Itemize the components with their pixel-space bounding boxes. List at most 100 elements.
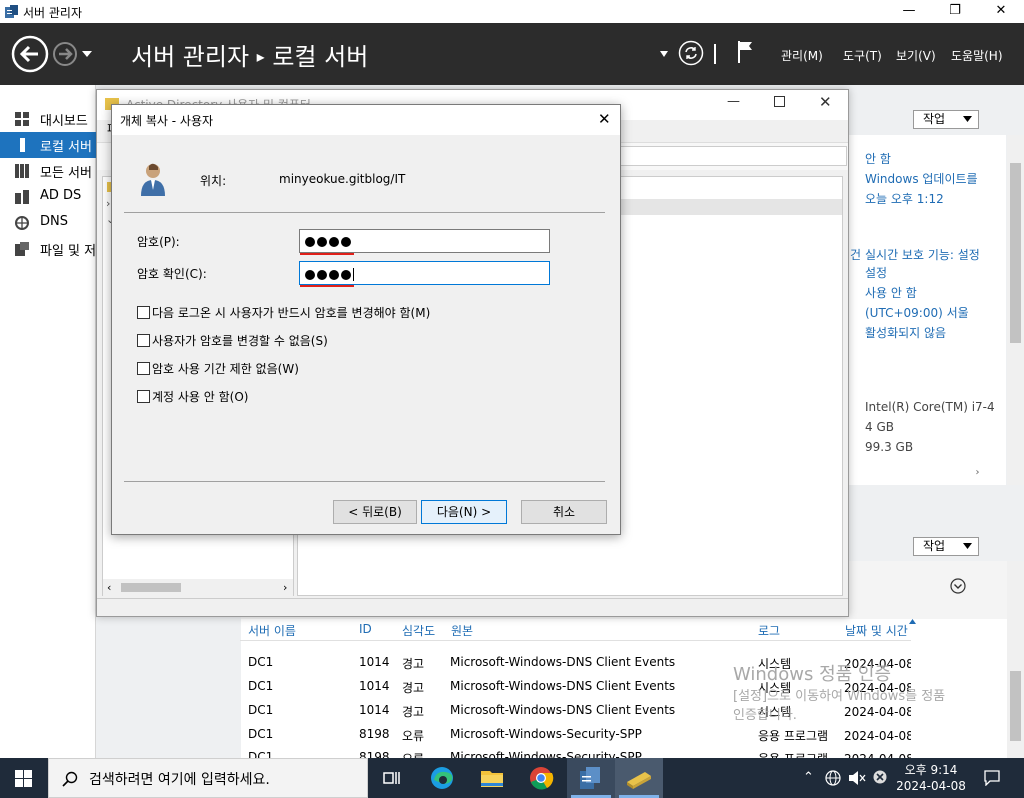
table-cell-id: 1014 — [359, 679, 390, 693]
property-value[interactable]: Windows 업데이트를 — [865, 170, 978, 187]
tray-overflow-chevron-icon[interactable]: ⌃ — [803, 770, 814, 785]
tree-collapse-icon[interactable]: › — [106, 197, 110, 210]
password-label: 암호(P): — [137, 235, 180, 249]
sidebar-item-label: DNS — [40, 214, 68, 229]
scroll-left-icon[interactable]: ‹ — [107, 581, 111, 594]
forward-arrow-icon[interactable] — [52, 41, 78, 67]
password-mask-dot — [305, 237, 315, 247]
checkbox-label[interactable]: 암호 사용 기간 제한 없음(W) — [152, 360, 299, 377]
minimize-button[interactable]: — — [886, 0, 932, 23]
breadcrumb-dropdown-icon[interactable] — [660, 51, 668, 57]
scroll-right-icon[interactable]: › — [970, 467, 985, 482]
dialog-titlebar: 개체 복사 - 사용자 ✕ — [112, 105, 620, 135]
column-header-source[interactable]: 원본 — [451, 622, 473, 639]
scroll-right-icon[interactable]: › — [283, 581, 287, 594]
checkbox-cannot-change-password[interactable] — [137, 334, 150, 347]
menu-manage[interactable]: 관리(M) — [781, 47, 823, 64]
taskbar-ad-users-active[interactable] — [615, 758, 663, 798]
action-center-icon[interactable] — [984, 770, 1000, 786]
window-titlebar: 서버 관리자 — ❐ ✕ — [0, 0, 1024, 23]
ad-address-field[interactable] — [620, 146, 847, 166]
column-header-severity[interactable]: 심각도 — [402, 622, 435, 639]
sidebar-item-local-server[interactable]: 로컬 서버 — [0, 132, 96, 158]
properties-scrollbar[interactable] — [1007, 135, 1024, 485]
table-cell-source: Microsoft-Windows-DNS Client Events — [450, 679, 676, 693]
column-header-server-name[interactable]: 서버 이름 — [248, 622, 296, 639]
ad-tree-hscrollbar[interactable]: ‹ › — [103, 579, 293, 596]
sidebar-item-ad-ds[interactable]: AD DS — [0, 184, 96, 210]
refresh-icon[interactable] — [678, 40, 704, 66]
property-value[interactable]: 사용 안 함 — [865, 284, 917, 301]
sidebar-item-all-servers[interactable]: 모든 서버 — [0, 158, 96, 184]
dialog-close-icon[interactable]: ✕ — [598, 110, 611, 128]
history-dropdown-icon[interactable] — [82, 50, 92, 58]
tasks-label: 작업 — [923, 539, 946, 553]
checkbox-label[interactable]: 다음 로그온 시 사용자가 반드시 암호를 변경해야 함(M) — [152, 304, 430, 321]
confirm-password-field[interactable] — [299, 261, 550, 285]
sidebar-item-dashboard[interactable]: 대시보드 — [0, 106, 96, 132]
table-cell-id: 1014 — [359, 655, 390, 669]
expand-circle-icon[interactable] — [950, 578, 966, 594]
checkbox-label[interactable]: 계정 사용 안 함(O) — [152, 388, 249, 405]
menu-help[interactable]: 도움말(H) — [951, 47, 1003, 64]
column-header-datetime[interactable]: 날짜 및 시간 — [845, 622, 908, 639]
sidebar-item-file-storage[interactable]: 파일 및 저장소 서비스 — [0, 236, 96, 262]
taskbar-search-box[interactable]: 검색하려면 여기에 입력하세요. — [48, 758, 368, 798]
volume-muted-icon[interactable] — [848, 770, 866, 786]
breadcrumb-root[interactable]: 서버 관리자 — [131, 43, 249, 71]
checkbox-label[interactable]: 사용자가 암호를 변경할 수 없음(S) — [152, 332, 328, 349]
confirm-password-dots — [305, 268, 354, 281]
chrome-browser-icon[interactable] — [527, 764, 555, 792]
checkbox-password-never-expires[interactable] — [137, 362, 150, 375]
property-value: 99.3 GB — [865, 440, 914, 454]
property-value: Intel(R) Core(TM) i7-4 — [865, 400, 995, 414]
column-header-id[interactable]: ID — [359, 622, 372, 636]
window-title: 서버 관리자 — [23, 6, 83, 20]
left-navigation: 대시보드 로컬 서버 모든 서버 AD DS DNS 파일 및 저장소 서비스 — [0, 85, 96, 758]
property-value[interactable]: 활성화되지 않음 — [865, 324, 946, 341]
property-value[interactable]: 설정 — [865, 264, 887, 281]
tasks-dropdown-properties[interactable]: 작업 — [913, 110, 979, 129]
notifications-flag-icon[interactable] — [737, 40, 755, 64]
taskbar-date[interactable]: 2024-04-08 — [896, 779, 966, 793]
dns-icon — [15, 216, 30, 230]
file-explorer-icon[interactable] — [478, 764, 506, 792]
property-value[interactable]: 오늘 오후 1:12 — [865, 190, 944, 207]
events-scrollbar[interactable] — [1007, 561, 1024, 758]
maximize-button[interactable]: ❐ — [932, 0, 978, 23]
taskbar-server-manager-active[interactable] — [567, 758, 615, 798]
task-view-icon[interactable] — [378, 764, 406, 792]
menu-view[interactable]: 보기(V) — [896, 47, 936, 64]
ad-minimize-button[interactable]: — — [727, 94, 740, 109]
sidebar-item-dns[interactable]: DNS — [0, 210, 96, 236]
edge-browser-icon[interactable] — [428, 764, 456, 792]
ad-close-button[interactable]: ✕ — [819, 93, 832, 111]
checkbox-must-change-password[interactable] — [137, 306, 150, 319]
menu-tools[interactable]: 도구(T) — [843, 47, 882, 64]
checkbox-account-disabled[interactable] — [137, 390, 150, 403]
table-cell-severity: 오류 — [402, 750, 424, 758]
tasks-dropdown-events[interactable]: 작업 — [913, 537, 979, 556]
cancel-button[interactable]: 취소 — [521, 500, 607, 524]
sort-arrow-icon — [909, 619, 916, 624]
taskbar-time[interactable]: 오후 9:14 — [903, 761, 959, 778]
property-value[interactable]: 안 함 — [865, 150, 891, 167]
ad-maximize-button[interactable] — [774, 96, 785, 107]
all-servers-icon — [15, 164, 30, 178]
scrollbar-thumb[interactable] — [1010, 163, 1021, 343]
property-value[interactable]: 실시간 보호 기능: 설정 — [865, 246, 980, 263]
property-value[interactable]: (UTC+09:00) 서울 — [865, 304, 969, 321]
error-notification-icon[interactable] — [873, 770, 887, 784]
sidebar-item-label: 파일 및 저장소 서비스 — [40, 244, 96, 259]
next-button[interactable]: 다음(N) > — [421, 500, 507, 524]
network-globe-icon[interactable] — [825, 770, 841, 786]
close-window-button[interactable]: ✕ — [978, 0, 1024, 23]
column-header-log[interactable]: 로그 — [758, 622, 780, 639]
back-button[interactable]: < 뒤로(B) — [333, 500, 417, 524]
scrollbar-thumb[interactable] — [1010, 671, 1021, 741]
password-field[interactable] — [299, 229, 550, 253]
list-row-selected[interactable] — [620, 199, 842, 215]
scrollbar-thumb[interactable] — [121, 583, 181, 592]
back-arrow-icon[interactable] — [11, 35, 49, 73]
windows-start-icon[interactable] — [15, 770, 32, 787]
